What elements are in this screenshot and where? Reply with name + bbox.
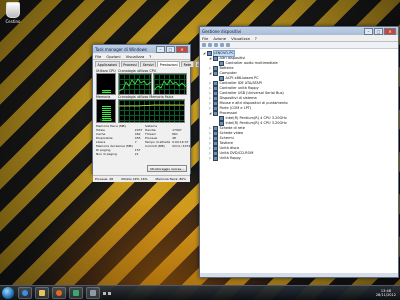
device-tree-label: Intel(R) Pentium(R) 4 CPU 3.20GHz	[225, 116, 287, 121]
ie-icon	[22, 290, 28, 296]
device-tree-label: Schede di rete	[219, 126, 245, 131]
memory-history-group: Cronologia utilizzo Memoria fisica	[118, 95, 185, 123]
start-button[interactable]	[2, 287, 14, 299]
media-player-icon	[56, 290, 62, 296]
device-tree-label: Controller audio multimediale	[225, 61, 278, 66]
cpu-usage-value: 16 %	[102, 90, 110, 94]
device-manager-icon	[90, 290, 96, 296]
taskbar: 13:48 28/11/2012	[0, 285, 400, 300]
tray-volume-icon[interactable]	[108, 291, 111, 295]
task-manager-tabs: Applicazioni Processi Servizi Prestazion…	[93, 60, 210, 67]
menu-file[interactable]: File	[202, 36, 208, 41]
system-stats-table: Sistema Handle 17997 Thread 661 Processi 48…	[145, 124, 192, 148]
minimize-button[interactable]: –	[156, 45, 165, 53]
menu-view[interactable]: Visualizza	[126, 54, 145, 59]
stat-row: Non di paging 21	[96, 152, 139, 156]
status-processes: Processi: 48	[95, 177, 113, 181]
cpu-usage-meter: 16 %	[96, 73, 116, 95]
scan-hardware-icon[interactable]	[226, 43, 230, 47]
taskbar-task-manager[interactable]	[69, 287, 83, 299]
device-tree-label: Unità DVD/CD-ROM	[219, 151, 254, 156]
recycle-bin-label: Cestino	[5, 19, 21, 24]
memory-group: Memoria 1.54 GB	[96, 95, 116, 123]
device-icon	[213, 111, 218, 116]
memory-history-graph	[118, 99, 185, 123]
device-tree-label: Dispositivi di sistema	[219, 96, 257, 101]
task-manager-window[interactable]: Task manager di Windows – □ ✕ File Opzio…	[92, 44, 210, 182]
device-tree-label: ACPI x86-based PC	[225, 76, 259, 81]
device-icon	[207, 51, 212, 56]
maximize-button[interactable]: □	[166, 45, 175, 53]
minimize-button[interactable]: –	[364, 27, 373, 35]
device-tree-label: Porte (COM e LPT)	[219, 106, 252, 111]
taskbar-device-manager[interactable]	[86, 287, 100, 299]
device-tree-label: Controller unità floppy	[219, 86, 259, 91]
resource-monitor-button[interactable]: Monitoraggio risorse...	[147, 165, 187, 172]
device-manager-menubar: File Azione Visualizza ?	[200, 35, 398, 42]
device-tree-label: Controller IDE ATA/ATAPI	[219, 81, 262, 86]
task-manager-icon	[73, 290, 79, 296]
performance-panel: Utilizzo CPU 16 % Cronologia utilizzo CP…	[93, 67, 190, 175]
device-tree-label: Unità floppy	[219, 156, 241, 161]
task-manager-statusbar: Processi: 48 Utilizzo CPU: 16% Memoria f…	[93, 175, 190, 182]
close-button[interactable]: ✕	[384, 27, 396, 35]
device-tree-label: Batterie	[219, 66, 234, 71]
cpu-history-graph-1	[118, 73, 152, 95]
taskbar-explorer[interactable]	[35, 287, 49, 299]
tray-network-icon[interactable]	[103, 291, 106, 295]
device-tree-label: Unità disco	[219, 146, 239, 151]
close-button[interactable]: ✕	[176, 45, 188, 53]
device-tree-label: Schede video	[219, 131, 244, 136]
device-tree: ◢ LENOVO-PC ◢ Altri dispositivi Controller a…	[200, 49, 398, 273]
device-manager-title: Gestione dispositivi	[202, 28, 242, 34]
device-icon	[219, 76, 224, 81]
maximize-button[interactable]: □	[374, 27, 383, 35]
device-icon	[213, 56, 218, 61]
memory-stats-table: Memoria fisica (MB) Totale 2037 Cache 462 …	[96, 124, 144, 156]
task-manager-menubar: File Opzioni Visualizza ?	[93, 53, 190, 60]
device-tree-label: Schermi	[219, 136, 234, 141]
menu-options[interactable]: Opzioni	[106, 54, 120, 59]
menu-help[interactable]: ?	[255, 36, 257, 41]
menu-view[interactable]: Visualizza	[231, 36, 250, 41]
device-icon	[219, 121, 224, 126]
menu-help[interactable]: ?	[149, 54, 151, 59]
cpu-usage-group: Utilizzo CPU 16 %	[96, 69, 116, 95]
task-manager-title: Task manager di Windows	[95, 46, 147, 52]
status-memory: Memoria fisica: 80%	[155, 177, 187, 181]
device-manager-window[interactable]: Gestione dispositivi – □ ✕ File Azione V…	[199, 26, 399, 278]
device-tree-label: Mouse e altri dispositivi di puntamento	[219, 101, 288, 106]
cpu-history-group: Cronologia utilizzo CPU	[118, 69, 187, 95]
menu-file[interactable]: File	[95, 54, 101, 59]
device-icon	[219, 61, 224, 66]
recycle-bin-icon	[6, 2, 20, 18]
status-cpu: Utilizzo CPU: 16%	[121, 177, 148, 181]
device-manager-toolbar	[200, 42, 398, 49]
stat-row: Commit (MB) 2214 / 4074	[145, 144, 191, 148]
properties-icon[interactable]	[214, 43, 218, 47]
help-icon[interactable]	[220, 43, 224, 47]
device-tree-label: Tastiere	[219, 141, 234, 146]
memory-value: 1.54 GB	[99, 118, 113, 122]
memory-meter: 1.54 GB	[96, 99, 116, 123]
device-icon	[213, 71, 218, 76]
folder-icon	[39, 290, 45, 296]
back-icon[interactable]	[202, 43, 206, 47]
clock-date: 28/11/2012	[375, 293, 396, 297]
cpu-history-graph-2	[153, 73, 187, 95]
device-tree-label: Intel(R) Pentium(R) 4 CPU 3.20GHz	[225, 121, 287, 126]
device-tree-label: Controller USB (Universal Serial Bus)	[219, 91, 284, 96]
task-manager-titlebar[interactable]: Task manager di Windows – □ ✕	[93, 45, 190, 53]
taskbar-media-player[interactable]	[52, 287, 66, 299]
forward-icon[interactable]	[208, 43, 212, 47]
device-manager-titlebar[interactable]: Gestione dispositivi – □ ✕	[200, 27, 398, 35]
taskbar-clock[interactable]: 13:48 28/11/2012	[376, 289, 396, 297]
menu-action[interactable]: Azione	[213, 36, 226, 41]
device-tree-node[interactable]: ▷ Unità floppy	[203, 156, 395, 161]
desktop-icon-recycle-bin[interactable]: Cestino	[2, 2, 24, 24]
device-icon	[213, 156, 218, 161]
taskbar-internet-explorer[interactable]	[18, 287, 32, 299]
